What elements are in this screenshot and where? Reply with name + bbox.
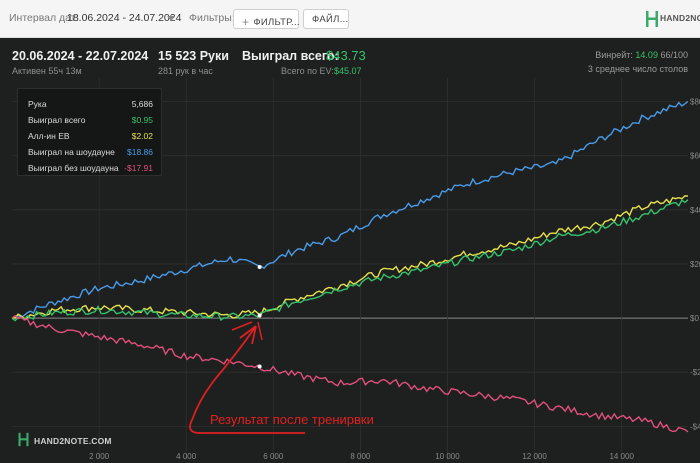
watermark-text: HAND2NOTE.COM xyxy=(34,436,112,446)
annotation-text: Результат после тренирвки xyxy=(210,412,374,427)
watermark-logo-icon xyxy=(18,432,29,447)
annotation-arrow xyxy=(189,321,305,434)
